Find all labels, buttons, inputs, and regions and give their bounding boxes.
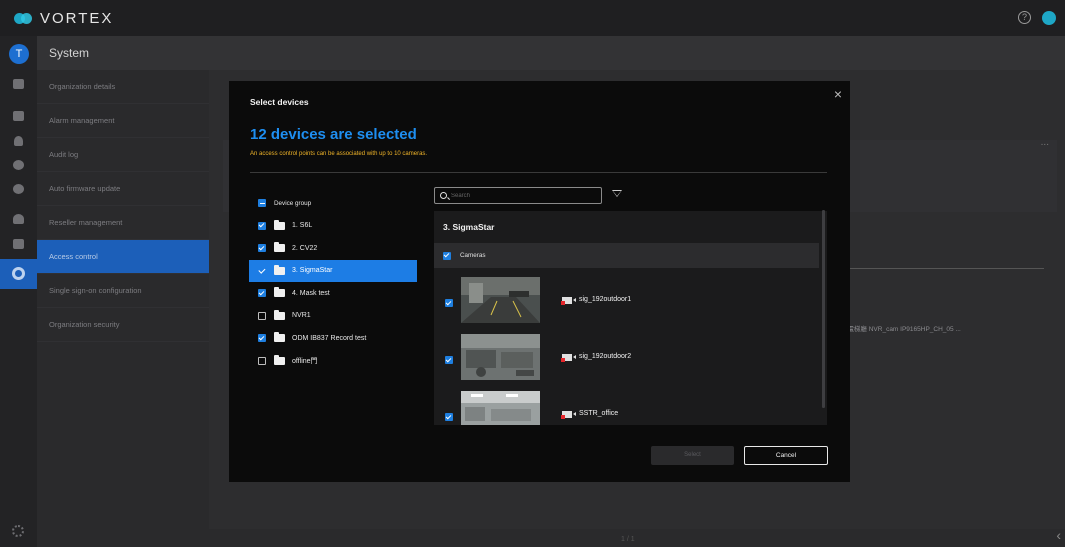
device-group-header-label: Device group <box>274 199 312 207</box>
device-list-pane: 3. SigmaStar Cameras sig_192outdoor1 sig… <box>434 211 827 425</box>
camera-name: SSTR_office <box>579 410 619 417</box>
camera-row[interactable]: sig_192outdoor1 <box>434 277 819 331</box>
device-group-tree: Device group 1. S6L 2. CV22 3. SigmaStar… <box>249 192 417 372</box>
tree-item-sigmastar[interactable]: 3. SigmaStar <box>249 259 417 282</box>
tree-item-nvr1[interactable]: NVR1 <box>249 305 417 328</box>
selected-count: 12 devices are selected <box>250 126 417 143</box>
group-checkbox[interactable] <box>258 356 266 365</box>
folder-icon <box>274 354 285 365</box>
user-icon[interactable] <box>14 136 23 146</box>
group-checkbox[interactable] <box>258 267 266 275</box>
group-label: 2. CV22 <box>292 244 318 252</box>
bell-icon[interactable] <box>13 214 24 224</box>
close-icon[interactable]: × <box>834 86 842 102</box>
group-checkbox[interactable] <box>258 334 266 343</box>
cancel-button[interactable]: Cancel <box>744 446 828 465</box>
dialog-divider <box>250 172 827 173</box>
background-divider <box>829 268 1044 269</box>
group-label: 3. SigmaStar <box>292 267 333 275</box>
folder-icon <box>274 309 285 320</box>
main-header <box>209 36 1065 70</box>
gear-icon[interactable] <box>12 267 25 280</box>
select-devices-dialog: × Select devices 12 devices are selected… <box>229 81 850 482</box>
group-label: offline門 <box>292 357 318 365</box>
cameras-select-all-checkbox[interactable] <box>443 251 451 260</box>
group-title: 3. SigmaStar <box>443 222 495 232</box>
camera-name: sig_192outdoor1 <box>579 296 632 303</box>
group-label: NVR1 <box>292 312 311 320</box>
system-title: System <box>37 36 209 70</box>
menu-item-auto-firmware-update[interactable]: Auto firmware update <box>37 172 209 206</box>
search-icon <box>440 191 447 199</box>
menu-item-audit-log[interactable]: Audit log <box>37 138 209 172</box>
camera-icon[interactable] <box>13 111 24 121</box>
system-menu: System Organization details Alarm manage… <box>37 36 209 547</box>
camera-recording-icon <box>561 411 576 419</box>
menu-item-reseller-management[interactable]: Reseller management <box>37 206 209 240</box>
cameras-header[interactable]: Cameras <box>434 243 819 268</box>
brand-name: VORTEX <box>40 9 114 27</box>
group-label: 1. S6L <box>292 222 313 230</box>
top-bar: VORTEX ? <box>0 0 1065 36</box>
preferences-icon[interactable] <box>12 525 24 537</box>
group-label: ODM IB837 Record test <box>292 334 367 342</box>
camera-recording-icon <box>561 354 576 362</box>
camera-row[interactable]: sig_192outdoor2 <box>434 334 819 388</box>
camera-thumbnail <box>461 391 540 425</box>
filter-icon[interactable] <box>612 190 622 197</box>
pagination: 1 / 1 <box>621 536 635 543</box>
folder-icon <box>274 219 285 230</box>
menu-item-organization-security[interactable]: Organization security <box>37 308 209 342</box>
group-checkbox[interactable] <box>258 289 266 298</box>
tenant-avatar[interactable]: T <box>9 44 29 64</box>
group-checkbox[interactable] <box>258 311 266 320</box>
group-label: 4. Mask test <box>292 289 330 297</box>
cameras-label: Cameras <box>460 252 486 259</box>
dashboard-icon[interactable] <box>13 79 24 89</box>
camera-name: sig_192outdoor2 <box>579 353 632 360</box>
dialog-title: Select devices <box>250 97 309 107</box>
icon-rail: T <box>0 36 37 547</box>
search-input[interactable] <box>451 189 599 202</box>
camera-checkbox[interactable] <box>445 299 453 307</box>
vortex-logo[interactable]: VORTEX <box>14 10 113 27</box>
clock-icon[interactable] <box>13 160 24 170</box>
device-group-header[interactable]: Device group <box>249 192 417 215</box>
location-icon[interactable] <box>13 184 24 194</box>
select-all-checkbox[interactable] <box>258 199 266 208</box>
folder-icon <box>274 332 285 343</box>
camera-checkbox[interactable] <box>445 356 453 364</box>
camera-checkbox[interactable] <box>445 413 453 421</box>
tree-item-mask-test[interactable]: 4. Mask test <box>249 282 417 305</box>
tree-item-odm-ib837[interactable]: ODM IB837 Record test <box>249 327 417 350</box>
camera-row[interactable]: SSTR_office <box>434 391 819 425</box>
device-search[interactable] <box>434 187 602 204</box>
group-checkbox[interactable] <box>258 244 266 253</box>
menu-item-access-control[interactable]: Access control <box>37 240 209 274</box>
report-icon[interactable] <box>13 239 24 249</box>
menu-item-alarm-management[interactable]: Alarm management <box>37 104 209 138</box>
tree-item-offline[interactable]: offline門 <box>249 350 417 373</box>
folder-icon <box>274 242 285 253</box>
group-checkbox[interactable] <box>258 221 266 230</box>
camera-thumbnail <box>461 277 540 323</box>
folder-icon <box>274 264 285 275</box>
menu-item-organization-details[interactable]: Organization details <box>37 70 209 104</box>
tree-item-cv22[interactable]: 2. CV22 <box>249 237 417 260</box>
menu-item-single-sign-on[interactable]: Single sign-on configuration <box>37 274 209 308</box>
user-avatar[interactable] <box>1042 11 1056 25</box>
vortex-logo-icon <box>14 11 32 25</box>
camera-limit-note: An access control points can be associat… <box>250 151 428 157</box>
main-footer <box>209 529 1065 547</box>
more-options-button[interactable]: ... <box>1041 137 1049 148</box>
scrollbar-thumb[interactable] <box>822 210 825 408</box>
help-icon[interactable]: ? <box>1018 11 1031 24</box>
camera-recording-icon <box>561 297 576 305</box>
tree-item-s6l[interactable]: 1. S6L <box>249 215 417 238</box>
camera-thumbnail <box>461 334 540 380</box>
folder-icon <box>274 287 285 298</box>
collapse-chevron-icon[interactable]: ‹ <box>1056 527 1061 543</box>
select-button[interactable]: Select <box>651 446 734 465</box>
